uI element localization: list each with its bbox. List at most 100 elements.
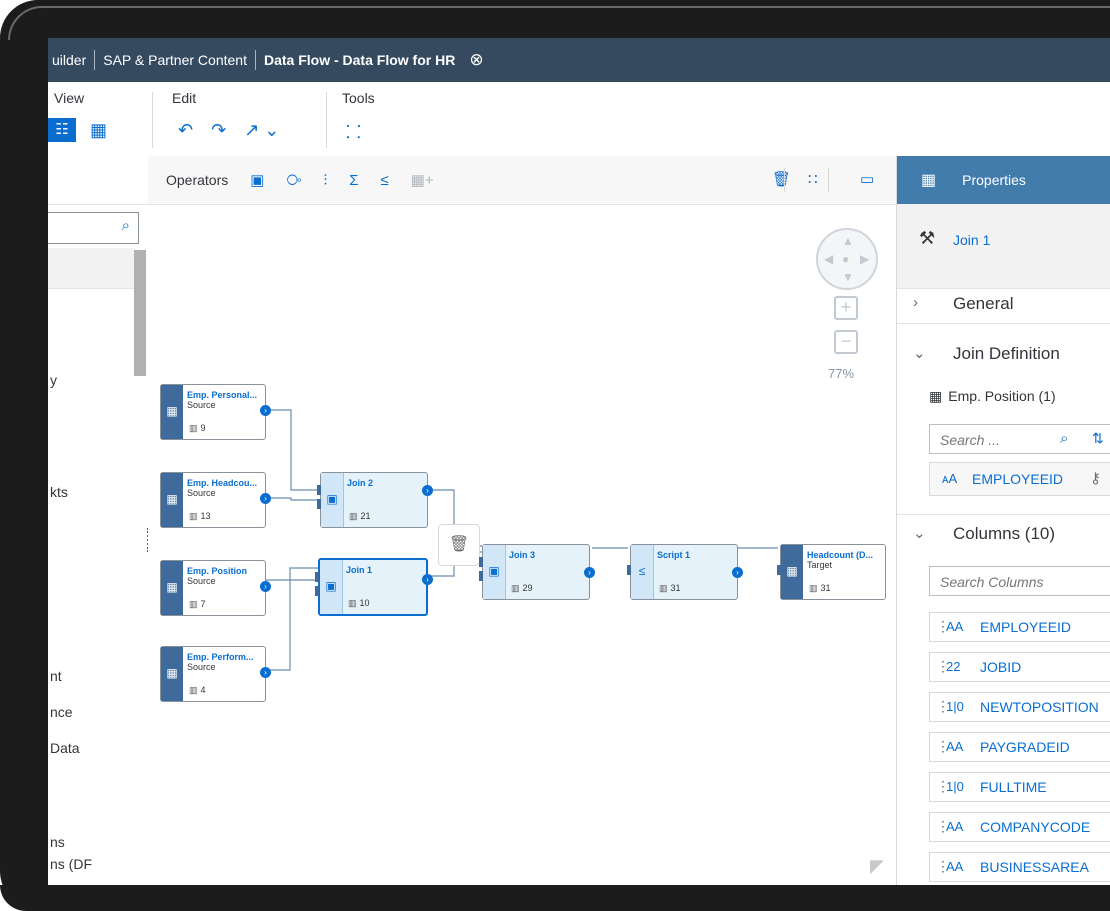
join-key-item[interactable]: ᴀA EMPLOYEEID ⚷ — [929, 462, 1110, 496]
node-name: Emp. Personal... — [187, 390, 258, 400]
script-node[interactable]: ≤ Script 1 ▥ 31 › — [627, 544, 743, 600]
tools-group: Tools ⸬ — [342, 90, 375, 142]
properties-title: Properties — [962, 172, 1026, 188]
repository-panel: ⌕ y kts nt nce Data ns ns (DF — [48, 156, 149, 885]
delete-node-button[interactable]: 🗑︎ — [438, 524, 480, 566]
column-count: ▥ 7 — [189, 599, 206, 609]
repository-item[interactable]: nce — [50, 704, 73, 720]
table-icon: ▦ — [161, 561, 183, 615]
join-search-input[interactable]: Search ... ⌕ ⇅ — [929, 424, 1110, 454]
panel-filter-strip — [48, 248, 134, 289]
source-node[interactable]: ▦ Emp. Personal... Source ▥ 9 › — [160, 384, 271, 440]
repository-search-input[interactable]: ⌕ — [48, 212, 139, 244]
column-name: NEWTOPOSITION — [980, 699, 1099, 715]
properties-panel: ▦ Properties ⚒ Join 1 › General ⌄ Join D… — [896, 156, 1110, 885]
toolbar-ribbon: View ☷ ▦ Edit ↶ ↷ ↗︎ ⌄ Tools ⸬ — [48, 82, 1110, 157]
source-node[interactable]: ▦ Emp. Perform... Source ▥ 4 › — [160, 646, 271, 702]
output-port[interactable]: › — [422, 485, 433, 496]
node-type: Source — [187, 400, 216, 410]
target-node[interactable]: ▦ Headcount (D... Target ▥ 31 — [777, 544, 886, 600]
script-icon: ≤ — [631, 545, 654, 599]
table-icon: ▦ — [929, 388, 943, 404]
graph-view-icon[interactable]: ☷ — [48, 118, 76, 142]
column-name: COMPANYCODE — [980, 819, 1091, 835]
column-count: ▥ 9 — [189, 423, 206, 433]
repository-item[interactable]: Data — [50, 740, 80, 756]
columns-icon: ▥ — [809, 583, 818, 593]
join-node[interactable]: ▣ Join 3 ▥ 29 › — [479, 544, 595, 600]
column-item[interactable]: ⋮ 1|0 FULLTIME — [929, 772, 1110, 802]
repository-item[interactable]: ns (DF — [50, 856, 92, 872]
columns-icon: ▥ — [189, 423, 198, 433]
search-icon[interactable]: ⌕ — [1060, 430, 1068, 447]
column-type-icon: 22 — [946, 659, 961, 674]
redo-icon[interactable]: ↷ — [211, 120, 226, 141]
sort-icon[interactable]: ⇅ — [1092, 430, 1104, 447]
join-icon: ▣ — [483, 545, 506, 599]
output-port[interactable]: › — [260, 581, 271, 592]
column-item[interactable]: ⋮ AA PAYGRADEID — [929, 732, 1110, 762]
section-title: Join Definition — [953, 344, 1060, 363]
node-name: Join 2 — [347, 478, 374, 488]
output-port[interactable]: › — [260, 405, 271, 416]
column-type-icon: 1|0 — [946, 779, 964, 794]
output-port[interactable]: › — [260, 667, 271, 678]
column-name: EMPLOYEEID — [980, 619, 1072, 635]
divider — [897, 323, 1110, 324]
column-type-icon: AA — [946, 819, 964, 834]
columns-search-input[interactable]: Search Columns — [929, 566, 1110, 596]
auto-layout-icon[interactable]: ⸬ — [346, 120, 361, 144]
input-port[interactable] — [479, 571, 483, 581]
input-port[interactable] — [777, 565, 781, 575]
columns-icon: ▥ — [189, 599, 198, 609]
column-item[interactable]: ⋮ AA COMPANYCODE — [929, 812, 1110, 842]
column-type-icon: AA — [946, 859, 964, 874]
columns-icon: ▥ — [348, 598, 357, 608]
section-title: General — [953, 294, 1014, 313]
table-view-icon[interactable]: ▦ — [90, 118, 107, 142]
output-port[interactable]: › — [584, 567, 595, 578]
node-type: Source — [187, 662, 216, 672]
grid-icon: ▦ — [921, 172, 937, 189]
input-port[interactable] — [317, 485, 321, 495]
device-frame-left — [0, 0, 48, 911]
columns-icon: ▥ — [189, 511, 198, 521]
repository-item[interactable]: y — [50, 372, 57, 388]
minimap-toggle-icon[interactable]: ◤ — [870, 856, 884, 877]
input-port[interactable] — [479, 557, 483, 567]
input-port[interactable] — [317, 499, 321, 509]
column-item[interactable]: ⋮ AA EMPLOYEEID — [929, 612, 1110, 642]
app-screen: uilder SAP & Partner Content Data Flow -… — [48, 38, 1110, 885]
output-port[interactable]: › — [732, 567, 743, 578]
column-item[interactable]: ⋮ 22 JOBID — [929, 652, 1110, 682]
source-node[interactable]: ▦ Emp. Position Source ▥ 7 › — [160, 560, 271, 616]
column-item[interactable]: ⋮ 1|0 NEWTOPOSITION — [929, 692, 1110, 722]
table-icon: ▦ — [161, 647, 183, 701]
breadcrumb-builder[interactable]: uilder — [48, 52, 94, 68]
panel-scrollbar[interactable] — [134, 250, 146, 376]
join-node-selected[interactable]: ▣ Join 1 ▥ 10 › — [315, 558, 433, 616]
join-node[interactable]: ▣ Join 2 ▥ 21 › — [317, 472, 433, 528]
trash-icon: 🗑︎ — [448, 536, 470, 553]
input-port[interactable] — [315, 572, 319, 582]
columns-icon: ▥ — [189, 685, 198, 695]
input-port[interactable] — [315, 586, 319, 596]
column-name: PAYGRADEID — [980, 739, 1070, 755]
close-tab-icon[interactable]: ⊗ — [469, 50, 483, 70]
input-port[interactable] — [627, 565, 631, 575]
undo-icon[interactable]: ↶ — [178, 120, 193, 141]
output-port[interactable]: › — [260, 493, 271, 504]
output-port[interactable]: › — [422, 574, 433, 585]
breadcrumb-content[interactable]: SAP & Partner Content — [95, 52, 255, 68]
divider — [897, 514, 1110, 515]
search-icon[interactable]: ⌕ — [122, 217, 130, 234]
join-icon: ▣ — [321, 473, 344, 527]
repository-item[interactable]: kts — [50, 484, 68, 500]
data-flow-canvas[interactable]: Operators ▣ ⧂ ⫶ Σ ≤ ▦+ 🗑︎ ∷ ▭ ▲ ▼ ◀ ▶ ● … — [148, 156, 896, 885]
export-icon[interactable]: ↗︎ ⌄ — [244, 120, 279, 141]
source-node[interactable]: ▦ Emp. Headcou... Source ▥ 13 › — [160, 472, 271, 528]
node-type: Source — [187, 488, 216, 498]
column-item[interactable]: ⋮ AA BUSINESSAREA — [929, 852, 1110, 882]
repository-item[interactable]: nt — [50, 668, 62, 684]
repository-item[interactable]: ns — [50, 834, 65, 850]
